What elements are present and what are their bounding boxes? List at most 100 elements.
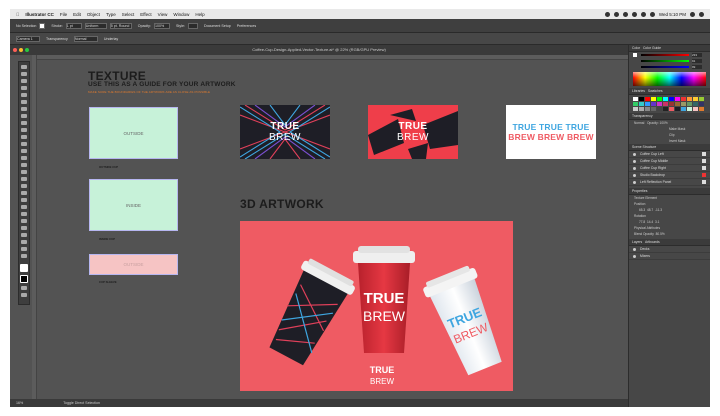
menu-help[interactable]: Help	[195, 12, 204, 17]
layer-row[interactable]: Decks	[629, 246, 710, 253]
swatches-panel-tab[interactable]: Libraries Swatches	[629, 88, 710, 95]
opacity-field[interactable]: 100%	[153, 22, 170, 29]
position-y[interactable]: 48.7	[647, 208, 653, 212]
stroke-profile-select[interactable]: Uniform	[84, 22, 107, 29]
fill-swatch[interactable]	[39, 22, 46, 29]
minimize-window-icon[interactable]	[19, 48, 23, 52]
color-panel-tab[interactable]: Color Color Guide	[629, 45, 710, 52]
texture-card-white[interactable]: TRUE TRUE TRUE BREW BREW BREW	[506, 105, 596, 159]
menu-file[interactable]: File	[60, 12, 67, 17]
checkbox-icon[interactable]	[702, 180, 706, 184]
symbol-sprayer-tool-icon[interactable]	[21, 219, 27, 223]
menu-window[interactable]: Window	[173, 12, 189, 17]
wifi-icon[interactable]	[631, 11, 637, 17]
width-tool-icon[interactable]	[21, 163, 27, 167]
menu-list-icon[interactable]	[699, 11, 704, 17]
style-swatch[interactable]	[187, 22, 198, 29]
rectangle-tool-icon[interactable]	[21, 121, 27, 125]
menu-select[interactable]: Select	[122, 12, 135, 17]
rotation-x[interactable]: 77.8	[639, 220, 645, 224]
layer-select[interactable]: Camera 1	[16, 35, 40, 42]
menu-edit[interactable]: Edit	[73, 12, 81, 17]
properties-tab[interactable]: Properties	[629, 188, 710, 195]
document-tab[interactable]: Coffee-Cup-Design-Applied-Vector-Texture…	[10, 45, 628, 55]
visibility-icon[interactable]	[633, 247, 636, 251]
green-value[interactable]: 91	[692, 59, 702, 63]
texture-card-dark[interactable]: TRUE BREW	[240, 105, 330, 159]
blend-tool-icon[interactable]	[21, 212, 27, 216]
battery-icon[interactable]	[649, 11, 655, 17]
layers-panel-tab[interactable]: Layers Artboards	[629, 239, 710, 246]
search-icon[interactable]	[690, 11, 695, 17]
direct-selection-tool-icon[interactable]	[21, 72, 27, 76]
transparency-panel-tab[interactable]: Transparency	[629, 113, 710, 120]
checkbox-icon[interactable]	[702, 166, 706, 170]
layer-row[interactable]: Mixers	[629, 253, 710, 260]
mesh-tool-icon[interactable]	[21, 191, 27, 195]
libraries-tab[interactable]: Libraries	[632, 89, 645, 93]
swatch-grid[interactable]	[633, 97, 706, 111]
curvature-tool-icon[interactable]	[21, 100, 27, 104]
eraser-tool-icon[interactable]	[21, 142, 27, 146]
brush-select[interactable]: 5 pt. Round	[109, 22, 132, 29]
apple-icon[interactable]: 	[16, 12, 19, 17]
red-slider[interactable]	[641, 54, 689, 56]
volume-icon[interactable]	[640, 11, 646, 17]
scene-item[interactable]: Studio Backdrop	[629, 172, 710, 179]
zoom-window-icon[interactable]	[25, 48, 29, 52]
underlay-toggle[interactable]: Underlay	[104, 37, 118, 41]
checkbox-icon[interactable]	[702, 152, 706, 156]
close-window-icon[interactable]	[13, 48, 17, 52]
fill-swatch-icon[interactable]	[633, 53, 637, 57]
status-icon[interactable]	[613, 11, 619, 17]
pencil-tool-icon[interactable]	[21, 135, 27, 139]
column-graph-tool-icon[interactable]	[21, 226, 27, 230]
blend-mode-select[interactable]: Normal	[73, 35, 98, 42]
position-x[interactable]: 65.3	[639, 208, 645, 212]
blue-value[interactable]: 99	[692, 65, 702, 69]
outside-cup-template[interactable]: OUTSIDE	[89, 107, 178, 159]
draw-mode-icon[interactable]	[21, 286, 27, 290]
status-icon[interactable]	[622, 11, 628, 17]
slice-tool-icon[interactable]	[21, 240, 27, 244]
fill-color-icon[interactable]	[20, 264, 28, 272]
visibility-icon[interactable]	[633, 152, 636, 156]
scene-structure-tab[interactable]: Scene Structure	[629, 144, 710, 151]
menu-view[interactable]: View	[158, 12, 168, 17]
color-tab[interactable]: Color	[632, 46, 640, 50]
menubar-clock[interactable]: Wed 5:10 PM	[659, 12, 686, 17]
inside-cup-template[interactable]: INSIDE	[89, 179, 178, 231]
menu-app-name[interactable]: Illustrator CC	[25, 12, 54, 17]
zoom-tool-icon[interactable]	[21, 254, 27, 258]
artboards-tab[interactable]: Artboards	[645, 240, 660, 244]
red-value[interactable]: 233	[692, 53, 702, 57]
screen-mode-icon[interactable]	[21, 293, 27, 297]
cup-sleeve-template[interactable]: OUTSIDE	[89, 254, 178, 275]
blend-opacity-row[interactable]: Blend Opacity 80.5%	[629, 231, 710, 237]
visibility-icon[interactable]	[633, 180, 636, 184]
rotation-z[interactable]: 3.1	[655, 220, 659, 224]
line-tool-icon[interactable]	[21, 114, 27, 118]
hand-tool-icon[interactable]	[21, 247, 27, 251]
blue-slider[interactable]	[641, 66, 689, 68]
visibility-icon[interactable]	[633, 159, 636, 163]
layers-tab[interactable]: Layers	[632, 240, 642, 244]
scene-item[interactable]: Coffee Cup Right	[629, 165, 710, 172]
menu-object[interactable]: Object	[87, 12, 100, 17]
position-z[interactable]: -11.3	[655, 208, 662, 212]
pen-tool-icon[interactable]	[21, 93, 27, 97]
visibility-icon[interactable]	[633, 166, 636, 170]
scene-item[interactable]: Left Reflection Panel	[629, 179, 710, 186]
blend-opacity-value[interactable]: 80.5%	[656, 232, 665, 236]
horizontal-ruler[interactable]	[32, 55, 628, 60]
visibility-icon[interactable]	[633, 254, 636, 258]
artboard-tool-icon[interactable]	[21, 233, 27, 237]
texture-card-red[interactable]: TRUE BREW	[368, 105, 458, 159]
status-icon[interactable]	[604, 11, 610, 17]
type-tool-icon[interactable]	[21, 107, 27, 111]
shape-builder-tool-icon[interactable]	[21, 177, 27, 181]
lasso-tool-icon[interactable]	[21, 86, 27, 90]
preferences-button[interactable]: Preferences	[237, 24, 256, 28]
stroke-weight-field[interactable]: 1 pt	[65, 22, 82, 29]
zoom-level[interactable]: 16%	[16, 401, 23, 405]
